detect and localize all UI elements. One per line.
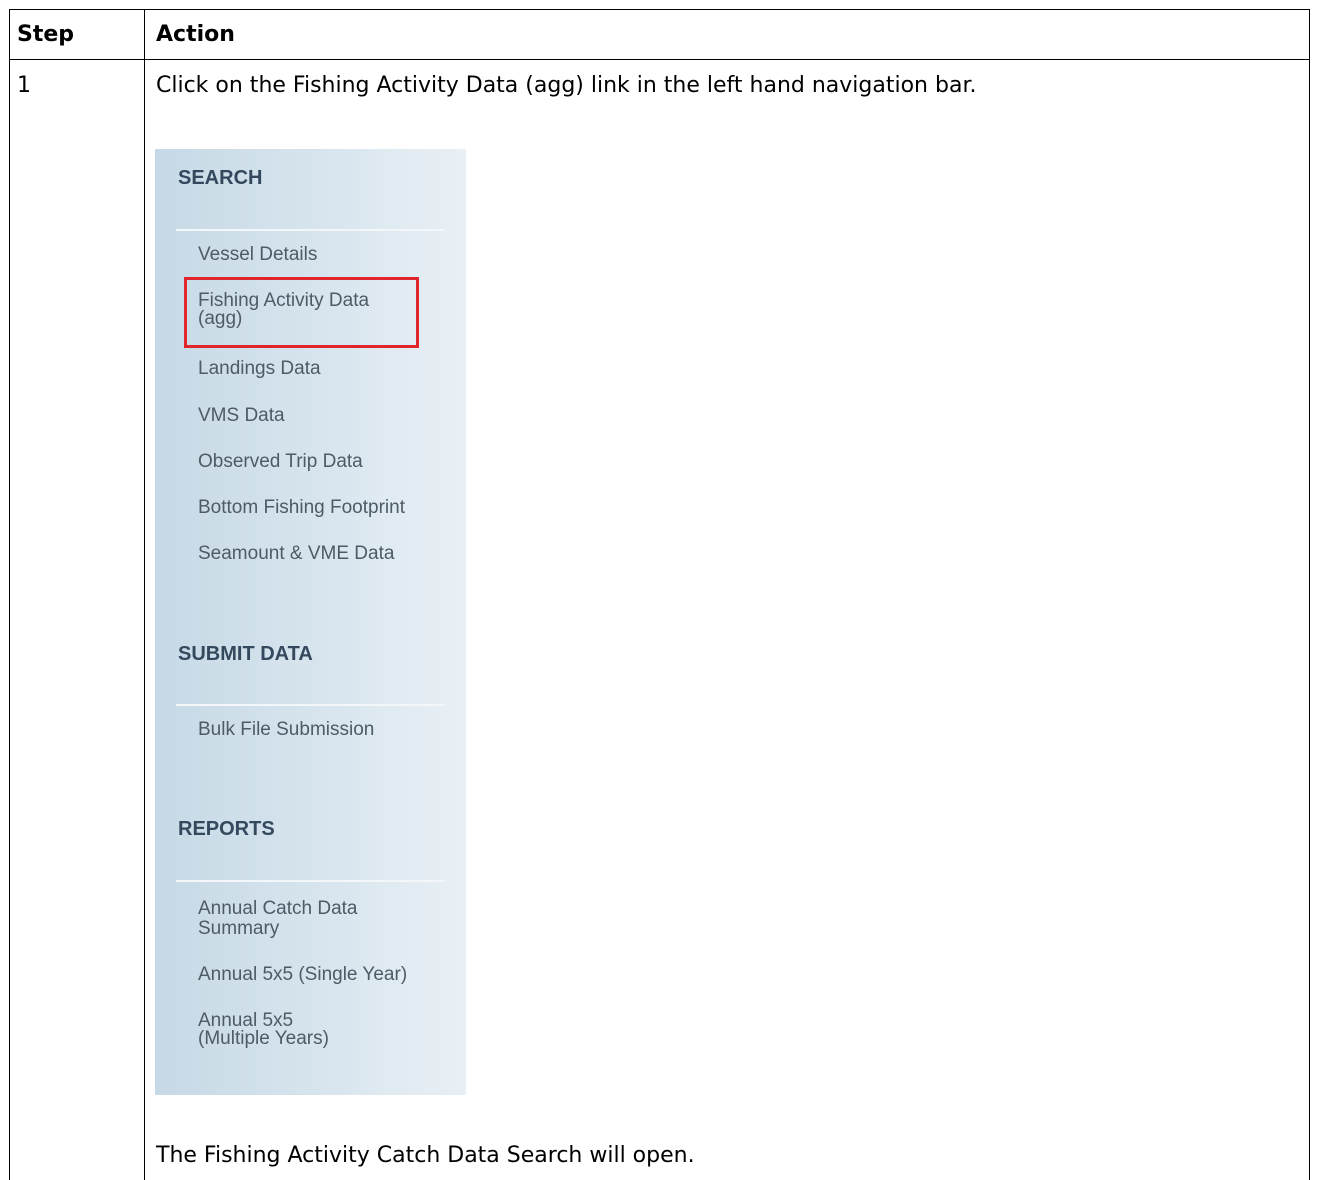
nav-link-bottom-fishing-footprint[interactable]: Bottom Fishing Footprint — [198, 498, 405, 517]
nav-divider — [176, 880, 445, 882]
nav-link-vessel-details[interactable]: Vessel Details — [198, 245, 317, 264]
nav-link-annual-5x5-single-year[interactable]: Annual 5x5 (Single Year) — [198, 965, 407, 984]
table-right-border — [1309, 9, 1310, 1180]
procedure-document: Step Action 1 Click on the Fishing Activ… — [0, 0, 1319, 1180]
nav-link-landings-data[interactable]: Landings Data — [198, 359, 321, 378]
nav-link-annual-catch-data-summary[interactable]: Annual Catch Data — [198, 899, 358, 918]
nav-section-search: SEARCH — [178, 167, 263, 189]
nav-divider — [176, 229, 445, 231]
nav-link-bulk-file-submission[interactable]: Bulk File Submission — [198, 720, 374, 739]
nav-link-vms-data[interactable]: VMS Data — [198, 406, 285, 425]
nav-divider — [176, 704, 445, 706]
nav-link-annual-catch-data-summary-line2[interactable]: Summary — [198, 919, 279, 938]
step-number: 1 — [17, 73, 31, 98]
nav-link-seamount-vme-data[interactable]: Seamount & VME Data — [198, 544, 394, 563]
table-header-divider — [9, 59, 1310, 60]
table-column-divider — [144, 9, 145, 1180]
nav-section-reports: REPORTS — [178, 818, 275, 840]
nav-link-annual-5x5-multiple-years-line2[interactable]: (Multiple Years) — [198, 1029, 329, 1048]
table-left-border — [9, 9, 10, 1180]
header-action: Action — [156, 22, 235, 47]
header-step: Step — [17, 22, 75, 47]
navigation-bar-screenshot: SEARCH Vessel Details Fishing Activity D… — [155, 149, 466, 1095]
nav-section-submit-data: SUBMIT DATA — [178, 643, 313, 665]
nav-link-observed-trip-data[interactable]: Observed Trip Data — [198, 452, 363, 471]
step-result: The Fishing Activity Catch Data Search w… — [156, 1143, 695, 1168]
step-instruction: Click on the Fishing Activity Data (agg)… — [156, 73, 977, 98]
table-top-border — [9, 9, 1310, 10]
nav-link-fishing-activity-data-line2[interactable]: (agg) — [198, 309, 242, 328]
